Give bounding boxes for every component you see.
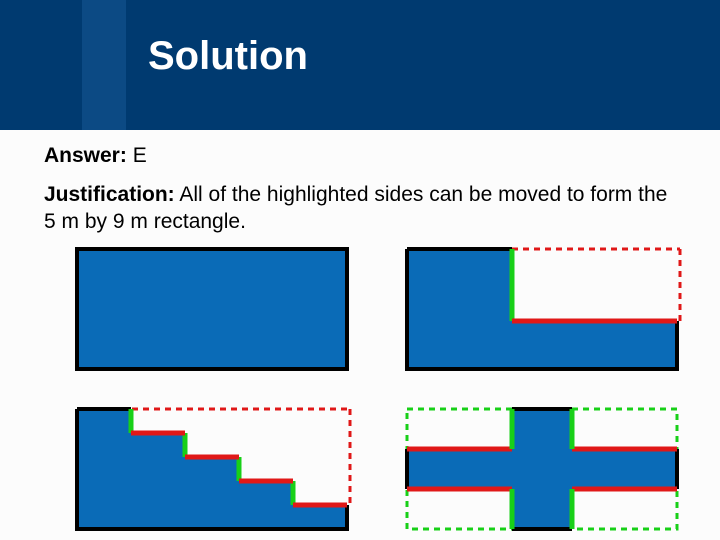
figure-cross bbox=[404, 406, 684, 534]
header-accent bbox=[82, 0, 126, 130]
figure-grid bbox=[74, 246, 706, 536]
justification-label: Justification: bbox=[44, 183, 175, 206]
answer-label: Answer: bbox=[44, 144, 127, 167]
figure-staircase bbox=[74, 406, 354, 534]
slide-title: Solution bbox=[148, 34, 308, 79]
answer-value: E bbox=[133, 144, 147, 167]
figure-l-shape bbox=[404, 246, 684, 374]
slide-header: Solution bbox=[0, 0, 720, 130]
answer-line: Answer: E bbox=[44, 144, 676, 168]
justification-line: Justification: All of the highlighted si… bbox=[44, 182, 676, 236]
content-area: Answer: E Justification: All of the high… bbox=[0, 130, 720, 536]
figure-rectangle bbox=[74, 246, 350, 372]
